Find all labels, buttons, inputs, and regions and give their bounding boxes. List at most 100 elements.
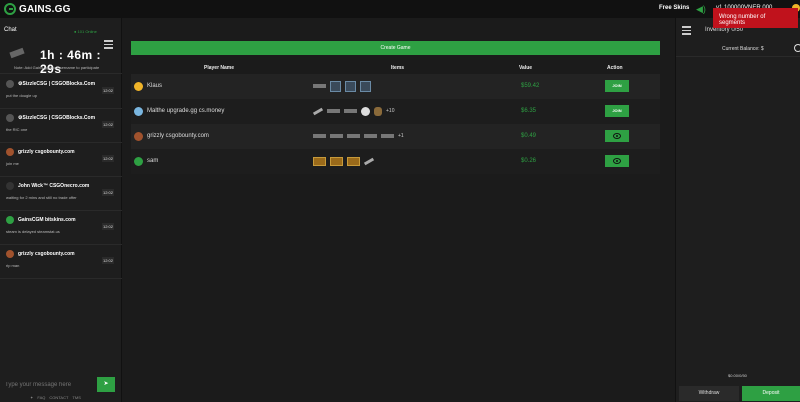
timer-text: 1h : 46m : 29s [40, 48, 102, 76]
items-list: +1 [313, 129, 404, 143]
inventory-panel: Inventory 0/50 Current Balance: $ $0.00/… [675, 18, 800, 402]
player-name[interactable]: Klaus [147, 83, 162, 89]
player-name[interactable]: Malthe upgrade.gg cs.money [147, 108, 224, 114]
chat-message: GainsCGM bitskins.com steam is delayed st… [0, 211, 122, 245]
more-items: +1 [398, 133, 404, 139]
chat-text: put the dougle up [6, 93, 37, 98]
top-bar: GAINS.GG Free Skins ◀) v1 100000VNER 000 [0, 0, 800, 18]
chat-title: Chat [4, 27, 17, 33]
avatar[interactable] [6, 250, 14, 258]
chat-username[interactable]: grizzly csgobounty.com [18, 251, 75, 257]
chat-input[interactable] [0, 376, 96, 394]
current-balance: Current Balance: $ [722, 46, 764, 52]
col-items: Items [391, 65, 405, 71]
chat-message: ⚙SizzleCSG | CSGOBlocks.Com the RIC one 12… [0, 109, 122, 143]
chat-time: 12:02 [102, 257, 114, 264]
timer-note: Note: Add Gains.gg into username to part… [14, 65, 100, 70]
avatar[interactable] [6, 80, 14, 88]
avatar[interactable] [6, 114, 14, 122]
deposit-button[interactable]: Deposit [742, 386, 800, 401]
inventory-menu-icon[interactable] [682, 26, 691, 35]
chat-text: rip man [6, 263, 20, 268]
chat-time: 12:02 [102, 189, 114, 196]
giveaway-timer: 1h : 46m : 29s Note: Add Gains.gg into u… [0, 43, 122, 76]
footer-link-contact[interactable]: CONTACT [49, 395, 68, 400]
item-gun-icon[interactable] [381, 134, 394, 138]
table-header: Player Name Items Value Action [131, 62, 660, 74]
game-value: $0.26 [521, 158, 537, 164]
avatar[interactable] [134, 132, 143, 141]
chat-username[interactable]: ⚙SizzleCSG | CSGOBlocks.Com [18, 115, 95, 121]
item-case-icon[interactable] [330, 80, 341, 92]
item-box-icon[interactable] [347, 156, 360, 166]
item-case-icon[interactable] [345, 80, 356, 92]
sound-icon[interactable]: ◀) [696, 4, 706, 14]
chat-username[interactable]: ⚙SizzleCSG | CSGOBlocks.Com [18, 81, 95, 87]
chat-time: 12:02 [102, 87, 114, 94]
items-list: +10 [312, 104, 395, 118]
item-gun-icon[interactable] [364, 134, 377, 138]
inventory-total: $0.00/0/50 [728, 373, 747, 378]
table-row: grizzly csgobounty.com +1 $0.49 [131, 124, 660, 149]
chat-text: join me [6, 161, 19, 166]
player-name[interactable]: grizzly csgobounty.com [147, 133, 209, 139]
item-box-icon[interactable] [313, 156, 326, 166]
item-glove-icon[interactable] [374, 106, 382, 116]
game-value: $6.35 [521, 108, 537, 114]
item-case-icon[interactable] [360, 80, 371, 92]
chat-panel: Chat ● 101 Online 1h : 46m : 29s Note: A… [0, 18, 122, 402]
avatar[interactable] [134, 82, 143, 91]
view-button[interactable] [605, 155, 629, 167]
gains-logo-icon [4, 3, 16, 15]
more-items: +10 [386, 108, 395, 114]
logo-text: GAINS.GG [19, 3, 71, 15]
chat-username[interactable]: John Wick™ CSGOnecro.com [18, 183, 89, 189]
avatar[interactable] [6, 182, 14, 190]
chat-message: grizzly csgobounty.com join me 12:02 [0, 143, 122, 177]
free-skins-link[interactable]: Free Skins [659, 5, 689, 11]
avatar[interactable] [6, 216, 14, 224]
item-gun-icon[interactable] [344, 109, 357, 113]
player-name[interactable]: sam [147, 158, 158, 164]
refresh-icon[interactable] [794, 44, 800, 52]
item-knife-icon[interactable] [363, 157, 375, 165]
item-box-icon[interactable] [330, 156, 343, 166]
items-list [313, 79, 375, 93]
item-gun-icon[interactable] [327, 109, 340, 113]
twitter-icon[interactable]: ✦ [30, 395, 33, 400]
chat-username[interactable]: grizzly csgobounty.com [18, 149, 75, 155]
chat-message: John Wick™ CSGOnecro.com waiting for 2 mi… [0, 177, 122, 211]
chat-username[interactable]: GainsCGM bitskins.com [18, 217, 76, 223]
chat-text: waiting for 2 mins and still no trade of… [6, 195, 77, 200]
logo[interactable]: GAINS.GG [4, 3, 71, 15]
join-button[interactable]: JOIN [605, 80, 629, 92]
eye-icon [613, 158, 621, 164]
view-button[interactable] [605, 130, 629, 142]
item-gun-icon[interactable] [313, 134, 326, 138]
item-gun-icon[interactable] [330, 134, 343, 138]
chat-time: 12:02 [102, 155, 114, 162]
footer-link-tms[interactable]: TMS [72, 395, 80, 400]
item-gun-icon[interactable] [313, 84, 326, 88]
footer-link-faq[interactable]: FAQ [37, 395, 45, 400]
join-button[interactable]: JOIN [605, 105, 629, 117]
withdraw-button[interactable]: Withdraw [679, 386, 739, 401]
chat-text: the RIC one [6, 127, 28, 132]
avatar[interactable] [134, 107, 143, 116]
item-sticker-icon[interactable] [361, 106, 370, 116]
avatar[interactable] [6, 148, 14, 156]
giveaway-gun-icon [9, 47, 25, 59]
eye-icon [613, 133, 621, 139]
col-action: Action [607, 65, 623, 71]
avatar[interactable] [134, 157, 143, 166]
game-value: $0.49 [521, 133, 537, 139]
col-player: Player Name [204, 65, 235, 71]
error-alert[interactable]: Wrong number of segments [713, 8, 798, 28]
create-game-button[interactable]: Create Game [131, 41, 660, 55]
send-button[interactable]: ➤ [97, 377, 115, 392]
item-gun-icon[interactable] [347, 134, 360, 138]
col-value: Value [519, 65, 533, 71]
game-value: $59.42 [521, 83, 540, 89]
item-knife-icon[interactable] [312, 107, 324, 115]
chat-message: grizzly csgobounty.com rip man 12:02 [0, 245, 122, 279]
